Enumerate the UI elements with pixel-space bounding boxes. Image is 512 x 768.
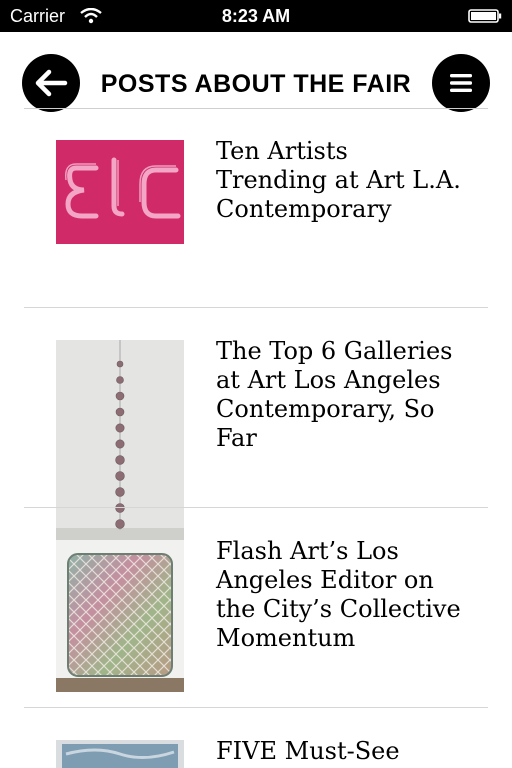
post-title: FIVE Must-See [216, 737, 400, 765]
artwork-image [56, 540, 184, 692]
post-divider [24, 707, 488, 708]
nav-bar: POSTS ABOUT THE FAIR [0, 32, 512, 112]
post-thumbnail [56, 140, 184, 244]
post-title: The Top 6 Galleries at Art Los Angeles C… [216, 337, 453, 452]
hamburger-icon [450, 74, 472, 92]
post-thumbnail [56, 740, 184, 768]
artwork-image [56, 140, 184, 244]
menu-button[interactable] [432, 54, 490, 112]
artwork-image [56, 740, 184, 768]
post-thumbnail [56, 540, 184, 692]
battery-icon [468, 9, 502, 23]
post-title: Ten Artists Trending at Art L.A. Contemp… [216, 137, 461, 223]
artwork-image [56, 340, 184, 540]
nav-divider [24, 108, 488, 109]
status-time: 8:23 AM [221, 6, 291, 26]
post-divider [24, 307, 488, 308]
post-thumbnail [56, 340, 184, 540]
status-bar: Carrier 8:23 AM [0, 0, 512, 32]
post-divider [24, 507, 488, 508]
post-title: Flash Art’s Los Angeles Editor on the Ci… [216, 537, 461, 652]
